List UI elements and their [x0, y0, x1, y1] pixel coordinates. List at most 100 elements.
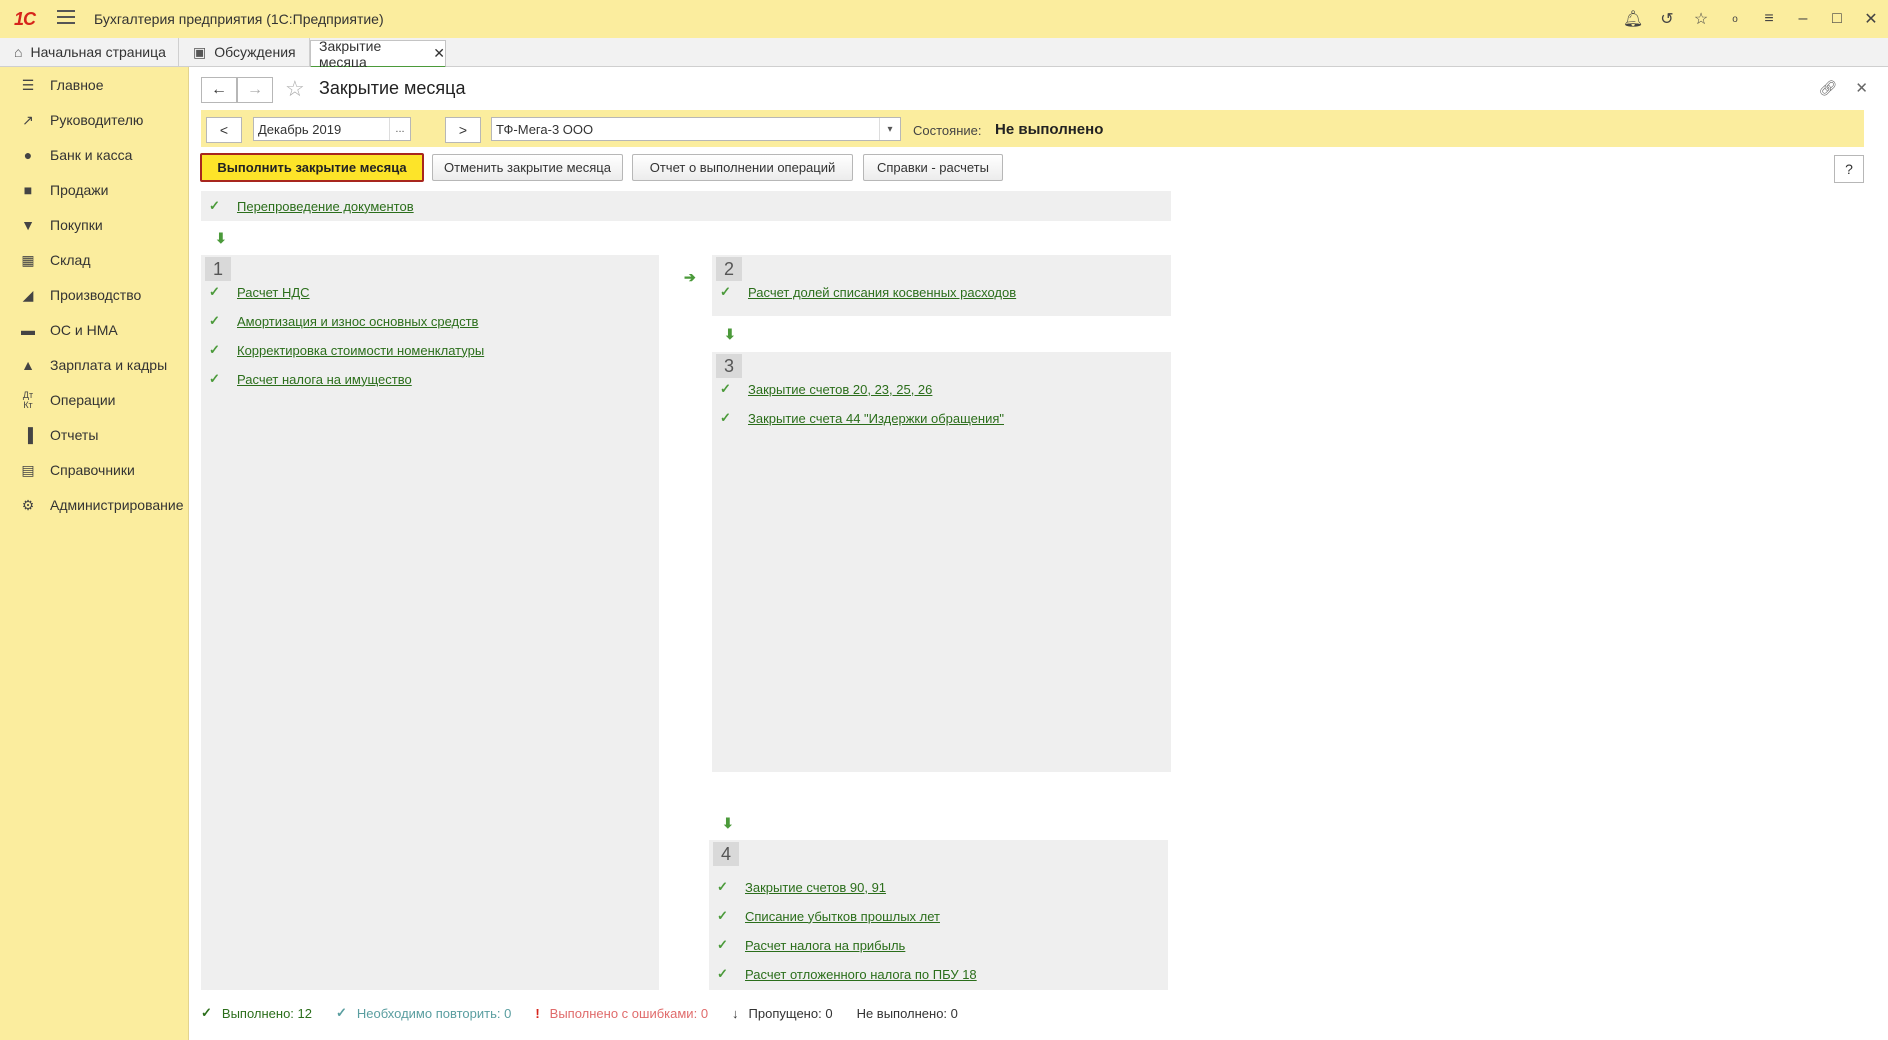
period-field[interactable]: Декабрь 2019 ... — [253, 117, 411, 141]
operation-link[interactable]: Расчет НДС — [237, 285, 310, 300]
sidebar-item-purchases[interactable]: ▼ Покупки — [0, 210, 188, 240]
status-label: Пропущено: — [748, 1005, 822, 1021]
operations-report-button[interactable]: Отчет о выполнении операций — [632, 154, 853, 181]
list-item: ✓ Списание убытков прошлых лет — [717, 905, 940, 927]
arrow-down-icon: ⬇︎ — [215, 230, 227, 246]
history-icon[interactable]: ↺ — [1650, 0, 1684, 38]
book-icon: ▤ — [21, 461, 35, 478]
chat-icon: ▣ — [193, 43, 207, 60]
step-1-panel: 1 ✓ Расчет НДС ✓ Амортизация и износ основ… — [201, 255, 659, 990]
period-select-button[interactable]: ... — [389, 118, 410, 140]
list-item: ✓ Расчет долей списания косвенных расходо… — [720, 281, 1016, 303]
dot-icon[interactable]: o — [1718, 0, 1752, 38]
check-icon: ✓ — [720, 381, 731, 396]
status-count: 0 — [504, 1005, 512, 1021]
tab-discussions[interactable]: ▣ Обсуждения — [179, 38, 310, 66]
sidebar-item-production[interactable]: ◢ Производство — [0, 280, 188, 310]
bell-icon[interactable]: 🔔︎ — [1616, 0, 1650, 38]
operation-link[interactable]: Амортизация и износ основных средств — [237, 314, 478, 329]
status-count: 12 — [297, 1005, 313, 1021]
status-count: 0 — [950, 1005, 958, 1021]
check-icon: ✓ — [209, 371, 220, 386]
sidebar-item-assets[interactable]: ▬ ОС и НМА — [0, 315, 188, 345]
sidebar-item-reports[interactable]: ▐ Отчеты — [0, 420, 188, 450]
status-count: 0 — [825, 1005, 833, 1021]
maximize-icon[interactable]: □ — [1820, 0, 1854, 38]
hamburger-menu-icon[interactable] — [57, 10, 75, 24]
status-bar: ✓ Выполнено: 12 ✓ Необходимо повторить: … — [201, 1002, 982, 1024]
next-period-button[interactable]: > — [445, 117, 481, 143]
cart-icon: ▼ — [21, 217, 35, 233]
back-button[interactable]: ← — [201, 77, 237, 103]
sidebar-item-label: Главное — [50, 77, 104, 93]
status-skipped: ↓ Пропущено: 0 — [732, 1006, 833, 1021]
dt-kt-icon: Дт Кт — [22, 390, 34, 410]
operation-link[interactable]: Корректировка стоимости номенклатуры — [237, 343, 484, 358]
prev-period-button[interactable]: < — [206, 117, 242, 143]
step-number: 1 — [205, 257, 231, 281]
tab-home[interactable]: ⌂ Начальная страница — [0, 38, 179, 66]
main-content: ← → ☆ Закрытие месяца 🔗︎ ✕ < Декабрь 201… — [189, 67, 1888, 1040]
step-number: 4 — [713, 842, 739, 866]
period-value: Декабрь 2019 — [258, 121, 342, 137]
arrow-right-icon: ➔ — [684, 269, 696, 285]
sidebar-item-label: Зарплата и кадры — [50, 357, 168, 373]
sidebar-item-manager[interactable]: ↗ Руководителю — [0, 105, 188, 135]
sidebar-item-directories[interactable]: ▤ Справочники — [0, 455, 188, 485]
sidebar-item-label: Справочники — [50, 462, 135, 478]
list-item: ✓ Расчет НДС — [209, 281, 310, 303]
execute-closing-button[interactable]: Выполнить закрытие месяца — [200, 153, 424, 182]
sidebar-item-label: Продажи — [50, 182, 109, 198]
operation-link[interactable]: Закрытие счета 44 "Издержки обращения" — [748, 411, 1004, 426]
sidebar-item-label: Операции — [50, 392, 116, 408]
info-calculations-button[interactable]: Справки - расчеты — [863, 154, 1003, 181]
list-item: ✓ Перепроведение документов — [209, 195, 414, 217]
list-icon: ☰ — [21, 76, 35, 93]
cancel-closing-button[interactable]: Отменить закрытие месяца — [432, 154, 623, 181]
tab-label: Начальная страница — [30, 44, 166, 60]
close-icon[interactable]: ✕ — [1854, 0, 1888, 38]
operation-link[interactable]: Расчет отложенного налога по ПБУ 18 — [745, 967, 977, 982]
check-edit-icon: ✓ — [209, 284, 220, 299]
sidebar-item-salary[interactable]: ▲ Зарплата и кадры — [0, 350, 188, 380]
title-bar: 1С Бухгалтерия предприятия (1С:Предприят… — [0, 0, 1888, 39]
gear-icon: ⚙ — [21, 496, 35, 513]
check-icon: ✓ — [717, 908, 728, 923]
link-icon[interactable]: 🔗︎ — [1818, 79, 1837, 97]
close-form-icon[interactable]: ✕ — [1855, 79, 1868, 97]
sidebar-item-sales[interactable]: ■ Продажи — [0, 175, 188, 205]
sidebar-item-label: Руководителю — [50, 112, 144, 128]
minimize-icon[interactable]: – — [1786, 0, 1820, 38]
close-icon[interactable]: ✕ — [433, 45, 445, 62]
operation-link[interactable]: Расчет долей списания косвенных расходов — [748, 285, 1016, 300]
check-icon: ✓ — [720, 410, 731, 425]
operation-link[interactable]: Перепроведение документов — [237, 199, 414, 214]
sidebar-item-operations[interactable]: Дт Кт Операции — [0, 385, 188, 415]
sidebar-item-warehouse[interactable]: ▦ Склад — [0, 245, 188, 275]
sidebar-item-main[interactable]: ☰ Главное — [0, 70, 188, 100]
tab-month-closing[interactable]: Закрытие месяца ✕ — [310, 38, 446, 70]
operation-link[interactable]: Расчет налога на прибыль — [745, 938, 905, 953]
organization-field[interactable]: ТФ-Мега-3 ООО ▾ — [491, 117, 901, 141]
favorite-star-icon[interactable]: ☆ — [285, 76, 305, 102]
operation-link[interactable]: Списание убытков прошлых лет — [745, 909, 940, 924]
step-2-panel: 2 ✓ Расчет долей списания косвенных расхо… — [712, 255, 1171, 316]
operation-link[interactable]: Расчет налога на имущество — [237, 372, 412, 387]
tab-bar: ⌂ Начальная страница ▣ Обсуждения Закрыт… — [0, 38, 1888, 70]
operation-link[interactable]: Закрытие счетов 90, 91 — [745, 880, 886, 895]
step-4-panel: 4 ✓ Закрытие счетов 90, 91 ✓ Списание убыт… — [709, 840, 1168, 990]
sidebar-item-label: Производство — [50, 287, 142, 303]
settings-lines-icon[interactable]: ≡ — [1752, 0, 1786, 38]
status-errors: ! Выполнено с ошибками: 0 — [535, 1006, 708, 1021]
operation-link[interactable]: Закрытие счетов 20, 23, 25, 26 — [748, 382, 932, 397]
chevron-down-icon[interactable]: ▾ — [879, 118, 900, 140]
forward-button[interactable]: → — [237, 77, 273, 103]
sidebar-item-bank[interactable]: ● Банк и касса — [0, 140, 188, 170]
list-item: ✓ Закрытие счета 44 "Издержки обращения" — [720, 407, 1004, 429]
list-item: ✓ Закрытие счетов 20, 23, 25, 26 — [720, 378, 932, 400]
sidebar-item-admin[interactable]: ⚙ Администрирование — [0, 490, 188, 520]
help-button[interactable]: ? — [1834, 155, 1864, 183]
star-icon[interactable]: ☆ — [1684, 0, 1718, 38]
status-count: 0 — [700, 1005, 709, 1021]
arrow-down-icon: ↓ — [732, 1005, 739, 1021]
